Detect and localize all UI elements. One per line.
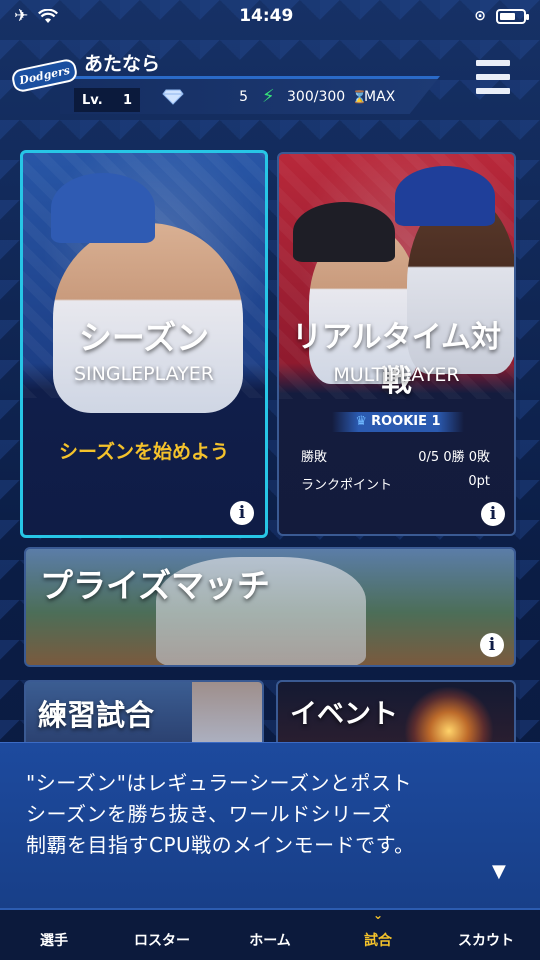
description-line-3: 制覇を目指すCPU戦のメインモードです。 <box>26 833 415 857</box>
next-arrow-icon[interactable]: ▼ <box>492 861 506 882</box>
event-title: イベント <box>290 699 398 730</box>
menu-button[interactable] <box>476 60 510 94</box>
level-display: Lv. 1 <box>74 88 140 112</box>
season-info-icon[interactable]: i <box>230 501 254 525</box>
mode-description-panel[interactable]: "シーズン"はレギュラーシーズンとポスト シーズンを勝ち抜き、ワールドシリーズ … <box>0 742 540 908</box>
rank-badge: ♛ ROOKIE 1 <box>332 412 464 432</box>
level-value: 1 <box>122 92 132 108</box>
gem-icon <box>162 89 184 105</box>
clock: 14:49 <box>239 6 294 26</box>
gem-count: 5 <box>239 89 248 105</box>
team-logo[interactable]: Dodgers <box>10 50 80 100</box>
nav-players[interactable]: 選手 <box>0 910 108 960</box>
nav-home[interactable]: ホーム <box>216 910 324 960</box>
prize-title: プライズマッチ <box>40 566 271 605</box>
level-label: Lv. <box>82 92 103 108</box>
wifi-icon <box>38 8 59 23</box>
nav-scout[interactable]: スカウト <box>432 910 540 960</box>
bottom-nav: 選手 ロスター ホーム ⌄ 試合 スカウト <box>0 908 540 960</box>
realtime-match-card[interactable]: リアルタイム対戦 MULTIPLAYER ♛ ROOKIE 1 勝敗 0/5 0勝… <box>277 152 516 536</box>
fireworks-image <box>404 686 494 748</box>
practice-player-image <box>192 682 262 748</box>
rank-points-label: ランクポイント <box>301 478 393 493</box>
season-cta: シーズンを始めよう <box>58 441 230 463</box>
season-subtitle: SINGLEPLAYER <box>73 363 214 385</box>
airplane-icon: ✈ <box>14 6 29 26</box>
nav-match[interactable]: ⌄ 試合 <box>324 908 432 960</box>
record-value: 0/5 0勝 0敗 <box>418 450 490 465</box>
prize-info-icon[interactable]: i <box>480 633 504 657</box>
season-mode-card[interactable]: シーズン SINGLEPLAYER シーズンを始めよう i <box>20 150 268 538</box>
record-row: 勝敗 0/5 0勝 0敗 <box>301 446 490 465</box>
realtime-title: リアルタイム対戦 <box>291 320 502 399</box>
realtime-info-icon[interactable]: i <box>481 502 505 526</box>
battery-icon <box>495 8 529 24</box>
description-line-2: シーズンを勝ち抜き、ワールドシリーズ <box>26 802 392 826</box>
practice-title: 練習試合 <box>38 698 155 732</box>
event-card[interactable]: イベント <box>276 680 516 750</box>
nav-roster[interactable]: ロスター <box>108 910 216 960</box>
player-name: あたなら <box>84 53 161 75</box>
season-title: シーズン <box>78 318 210 357</box>
header: Dodgers あたなら Lv. 1 5 ⚡ 300/300 ⌛ MAX <box>0 40 540 120</box>
stamina-bolt-icon: ⚡ <box>262 86 275 107</box>
status-bar: ✈ 14:49 ⊙ <box>0 0 540 32</box>
realtime-subtitle: MULTIPLAYER <box>333 364 460 386</box>
stamina-value: 300/300 <box>287 89 346 105</box>
rotation-lock-icon: ⊙ <box>474 8 486 24</box>
rank-crown-icon: ♛ <box>355 414 368 429</box>
record-label: 勝敗 <box>301 450 328 465</box>
active-chevron-icon: ⌄ <box>372 908 384 922</box>
season-player-image <box>23 153 265 413</box>
prize-match-card[interactable]: プライズマッチ i <box>24 547 516 667</box>
rank-points-row: ランクポイント 0pt <box>301 474 490 493</box>
rank-points-value: 0pt <box>468 474 490 489</box>
practice-match-card[interactable]: 練習試合 <box>24 680 264 750</box>
stamina-recovery-time: MAX <box>364 89 396 105</box>
description-line-1: "シーズン"はレギュラーシーズンとポスト <box>26 771 412 795</box>
